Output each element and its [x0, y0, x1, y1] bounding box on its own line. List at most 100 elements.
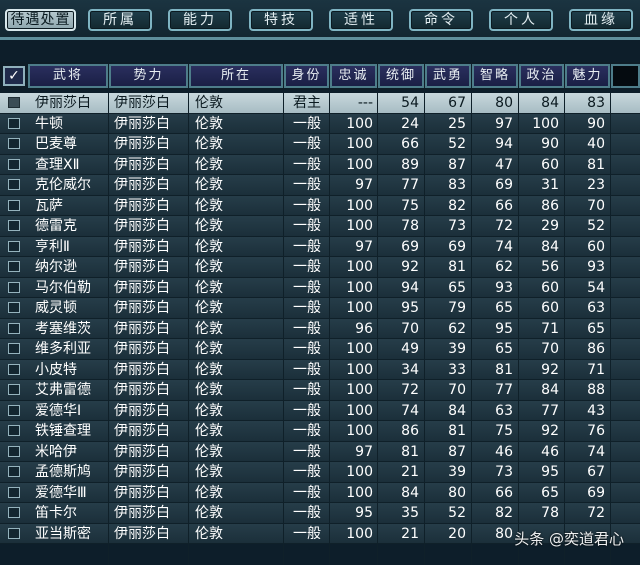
cell-loyalty: 95: [355, 505, 373, 521]
row-checkbox[interactable]: [8, 384, 20, 395]
cell-loyalty: 100: [346, 341, 373, 357]
cell-loyalty: 100: [346, 525, 373, 542]
table-row[interactable]: 铁锤查理 伊丽莎白 伦敦 一般 100 86 81 75 92 76: [0, 421, 640, 442]
cell-general: 牛顿: [35, 115, 63, 132]
cell-valor: 62: [448, 320, 466, 337]
cell-command: 35: [401, 505, 419, 521]
cell-location: 伦敦: [195, 300, 223, 316]
row-checkbox[interactable]: [8, 97, 20, 108]
tab-personal[interactable]: 个人: [489, 9, 553, 31]
cell-location: 伦敦: [195, 197, 223, 214]
row-checkbox[interactable]: [8, 322, 20, 334]
cell-general: 艾弗雷德: [35, 382, 91, 398]
row-checkbox[interactable]: [8, 220, 20, 231]
column-header-command[interactable]: 统御: [378, 64, 424, 88]
table-row[interactable]: 伊丽莎白 伊丽莎白 伦敦 君主 --- 54 67 80 84 83: [0, 93, 640, 114]
cell-command: 78: [401, 218, 419, 234]
row-checkbox[interactable]: [8, 527, 20, 539]
cell-command: 81: [401, 443, 419, 460]
table-row[interactable]: 瓦萨 伊丽莎白 伦敦 一般 100 75 82 66 86 70: [0, 195, 640, 216]
column-header-politics[interactable]: 政治: [519, 64, 564, 88]
select-all-checkbox[interactable]: ✓: [3, 66, 25, 86]
row-checkbox[interactable]: [8, 138, 20, 149]
tab-lineage[interactable]: 血缘: [569, 9, 633, 31]
table-row[interactable]: 威灵顿 伊丽莎白 伦敦 一般 100 95 79 65 60 63: [0, 298, 640, 319]
table-row[interactable]: 米哈伊 伊丽莎白 伦敦 一般 97 81 87 46 46 74: [0, 441, 640, 462]
cell-valor: 69: [448, 238, 466, 255]
cell-general: 伊丽莎白: [35, 95, 91, 111]
column-header-valor[interactable]: 武勇: [425, 64, 471, 88]
cell-status: 一般: [293, 238, 321, 255]
table-row[interactable]: 维多利亚 伊丽莎白 伦敦 一般 100 49 39 65 70 86: [0, 339, 640, 360]
cell-loyalty: 100: [346, 156, 373, 173]
table-row[interactable]: 纳尔逊 伊丽莎白 伦敦 一般 100 92 81 62 56 93: [0, 257, 640, 278]
cell-politics: 60: [541, 300, 559, 316]
cell-faction: 伊丽莎白: [114, 382, 170, 398]
table-row[interactable]: 查理ⅩⅡ 伊丽莎白 伦敦 一般 100 89 87 47 60 81: [0, 154, 640, 175]
row-checkbox[interactable]: [8, 404, 20, 416]
table-row[interactable]: 孟德斯鸠 伊丽莎白 伦敦 一般 100 21 39 73 95 67: [0, 462, 640, 483]
cell-loyalty: 100: [346, 423, 373, 439]
tab-affiliation[interactable]: 所属: [88, 9, 152, 31]
cell-loyalty: ---: [357, 95, 373, 111]
cell-status: 一般: [293, 115, 321, 132]
column-header-general[interactable]: 武将: [28, 64, 108, 88]
cell-charisma: 74: [587, 443, 605, 460]
table-row[interactable]: 德雷克 伊丽莎白 伦敦 一般 100 78 73 72 29 52: [0, 216, 640, 237]
cell-loyalty: 97: [355, 177, 373, 193]
cell-valor: 67: [448, 95, 466, 111]
row-checkbox[interactable]: [8, 363, 20, 375]
row-checkbox[interactable]: [8, 466, 20, 477]
row-checkbox[interactable]: [8, 240, 20, 252]
tab-treatment[interactable]: 待遇处置: [5, 9, 76, 31]
column-header-charisma[interactable]: 魅力: [565, 64, 610, 88]
table-row[interactable]: 爱德华Ⅲ 伊丽莎白 伦敦 一般 100 84 80 66 65 69: [0, 482, 640, 503]
row-checkbox[interactable]: [8, 117, 20, 129]
cell-location: 伦敦: [195, 484, 223, 501]
tab-ability[interactable]: 能力: [168, 9, 232, 31]
cell-command: 69: [401, 238, 419, 255]
row-checkbox[interactable]: [8, 425, 20, 436]
table-row[interactable]: 笛卡尔 伊丽莎白 伦敦 一般 95 35 52 82 78 72: [0, 503, 640, 524]
table-row[interactable]: 艾弗雷德 伊丽莎白 伦敦 一般 100 72 70 77 84 88: [0, 380, 640, 401]
tab-command[interactable]: 命令: [409, 9, 473, 31]
column-header-location[interactable]: 所在: [189, 64, 283, 88]
cell-valor: 52: [448, 136, 466, 152]
row-checkbox[interactable]: [8, 507, 20, 518]
column-header-faction[interactable]: 势力: [109, 64, 188, 88]
column-header-intellect[interactable]: 智略: [472, 64, 518, 88]
row-checkbox[interactable]: [8, 302, 20, 313]
row-checkbox[interactable]: [8, 281, 20, 293]
cell-valor: 73: [448, 218, 466, 234]
cell-valor: 79: [448, 300, 466, 316]
cell-location: 伦敦: [195, 115, 223, 132]
table-row[interactable]: 亨利Ⅱ 伊丽莎白 伦敦 一般 97 69 69 74 84 60: [0, 236, 640, 257]
tab-aptitude[interactable]: 适性: [329, 9, 393, 31]
cell-faction: 伊丽莎白: [114, 177, 170, 193]
cell-politics: 65: [541, 484, 559, 501]
cell-faction: 伊丽莎白: [114, 361, 170, 378]
cell-intellect: 93: [495, 279, 513, 296]
tab-skills[interactable]: 特技: [249, 9, 313, 31]
row-checkbox[interactable]: [8, 261, 20, 272]
row-checkbox[interactable]: [8, 486, 20, 498]
table-row[interactable]: 巴麦尊 伊丽莎白 伦敦 一般 100 66 52 94 90 40: [0, 134, 640, 155]
column-header-loyalty[interactable]: 忠诚: [330, 64, 377, 88]
row-checkbox[interactable]: [8, 199, 20, 211]
row-checkbox[interactable]: [8, 179, 20, 190]
table-row[interactable]: 小皮特 伊丽莎白 伦敦 一般 100 34 33 81 92 71: [0, 359, 640, 380]
row-checkbox[interactable]: [8, 343, 20, 354]
column-header-status[interactable]: 身份: [284, 64, 329, 88]
cell-command: 92: [401, 259, 419, 275]
cell-status: 一般: [293, 443, 321, 460]
table-row[interactable]: 马尔伯勒 伊丽莎白 伦敦 一般 100 94 65 93 60 54: [0, 277, 640, 298]
cell-command: 24: [401, 115, 419, 132]
row-checkbox[interactable]: [8, 445, 20, 457]
cell-intellect: 46: [495, 443, 513, 460]
table-row[interactable]: 牛顿 伊丽莎白 伦敦 一般 100 24 25 97 100 90: [0, 113, 640, 134]
cell-general: 小皮特: [35, 361, 77, 378]
table-row[interactable]: 克伦威尔 伊丽莎白 伦敦 一般 97 77 83 69 31 23: [0, 175, 640, 196]
row-checkbox[interactable]: [8, 158, 20, 170]
table-row[interactable]: 爱德华Ⅰ 伊丽莎白 伦敦 一般 100 74 84 63 77 43: [0, 400, 640, 421]
table-row[interactable]: 考塞维茨 伊丽莎白 伦敦 一般 96 70 62 95 71 65: [0, 318, 640, 339]
